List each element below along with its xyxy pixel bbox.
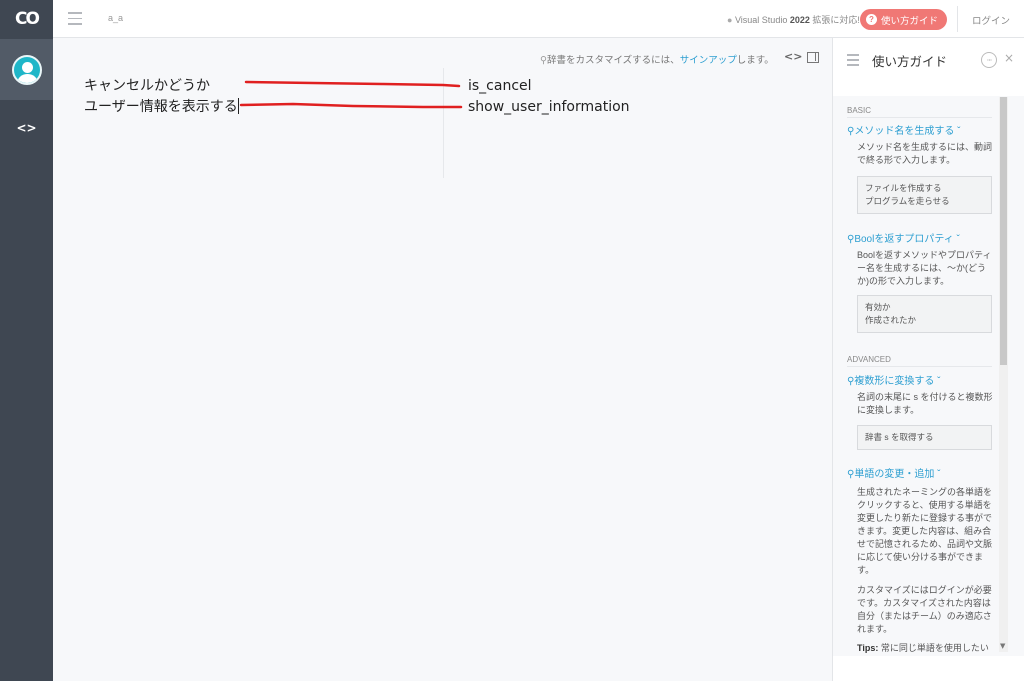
guide-menu-icon[interactable] bbox=[847, 54, 859, 69]
output-line[interactable]: show_user_information bbox=[468, 97, 630, 118]
panel-toggle-icon[interactable] bbox=[807, 52, 819, 63]
dictionary-hint: ⚲辞書をカスタマイズするには、サインアップします。 bbox=[540, 52, 774, 66]
vs-suffix: 拡張に対応! bbox=[809, 15, 860, 25]
top-header: a_a ● Visual Studio 2022 拡張に対応! ? 使い方ガイド… bbox=[53, 0, 1024, 38]
input-line-with-caret[interactable]: ユーザー情報を表示する bbox=[84, 97, 239, 118]
tips-text: Tips: 常に同じ単語を使用したい bbox=[857, 642, 994, 655]
guide-title: 使い方ガイド bbox=[872, 55, 948, 69]
avatar-body bbox=[16, 73, 38, 83]
topic-title: 複数形に変換する bbox=[854, 376, 935, 387]
topic-word-edit[interactable]: ⚲単語の変更・追加 ˇ bbox=[847, 465, 940, 480]
vs-version: 2022 bbox=[789, 15, 810, 25]
visual-studio-notice[interactable]: ● Visual Studio 2022 拡張に対応! bbox=[727, 13, 860, 26]
guide-scrollbar[interactable]: ▼ bbox=[999, 97, 1008, 652]
signup-link[interactable]: サインアップ bbox=[680, 55, 737, 66]
scroll-down-arrow-icon[interactable]: ▼ bbox=[1000, 642, 1005, 650]
chevron-down-icon: ˇ bbox=[934, 469, 941, 480]
guide-content: BASIC ⚲メソッド名を生成する ˇ メソッド名を生成するには、動詞で終る形で… bbox=[833, 96, 1024, 656]
editor-area: ⚲辞書をカスタマイズするには、サインアップします。 <> キャンセルかどうか ユ… bbox=[53, 38, 832, 681]
topic-plural[interactable]: ⚲複数形に変換する ˇ bbox=[847, 372, 940, 387]
topic-bool-property[interactable]: ⚲Boolを返すプロパティ ˇ bbox=[847, 230, 960, 245]
example-box: 有効か 作成されたか bbox=[857, 295, 992, 333]
hamburger-menu-icon[interactable] bbox=[68, 12, 82, 25]
example-line: 作成されたか bbox=[865, 315, 917, 325]
output-line[interactable]: is_cancel bbox=[468, 76, 630, 97]
topic-title: Boolを返すプロパティ bbox=[854, 234, 954, 245]
chevron-down-icon: ˇ bbox=[954, 126, 961, 137]
section-divider bbox=[847, 366, 992, 367]
example-line: ファイルを作成する bbox=[865, 183, 942, 193]
input-line[interactable]: キャンセルかどうか bbox=[84, 76, 239, 97]
tips-body: 常に同じ単語を使用したい bbox=[878, 643, 989, 653]
example-line: 有効か bbox=[865, 302, 891, 312]
vs-prefix: Visual Studio bbox=[734, 15, 790, 25]
guide-button[interactable]: ? 使い方ガイド bbox=[860, 9, 948, 30]
header-divider bbox=[957, 6, 958, 32]
left-sidebar: CO <> bbox=[0, 0, 53, 681]
guide-panel: 使い方ガイド ··· × BASIC ⚲メソッド名を生成する ˇ メソッド名を生… bbox=[832, 38, 1024, 681]
dict-hint-suffix: します。 bbox=[736, 55, 774, 66]
avatar[interactable] bbox=[11, 54, 42, 85]
app-logo[interactable]: CO bbox=[0, 0, 53, 38]
topic-description: 生成されたネーミングの各単語をクリックすると、使用する単語を変更したり新たに登録… bbox=[857, 487, 993, 575]
guide-header: 使い方ガイド ··· × bbox=[833, 38, 1024, 82]
section-label-basic: BASIC bbox=[847, 106, 872, 115]
topic-method-name[interactable]: ⚲メソッド名を生成する ˇ bbox=[847, 122, 960, 137]
dict-hint-prefix: 辞書をカスタマイズするには、 bbox=[546, 55, 680, 66]
input-line-text[interactable]: ユーザー情報を表示する bbox=[84, 99, 238, 115]
topic-description: 名詞の末尾に s を付けると複数形に変換します。 bbox=[857, 392, 993, 415]
example-line: 辞書 s を取得する bbox=[865, 432, 934, 442]
generated-names-output: is_cancel show_user_information bbox=[468, 76, 630, 118]
document-name[interactable]: a_a bbox=[108, 13, 123, 23]
topic-description: Boolを返すメソッドやプロパティー名を生成するには、〜か(どうか)の形で入力し… bbox=[857, 250, 992, 286]
scroll-thumb[interactable] bbox=[1000, 97, 1007, 365]
code-view-icon[interactable]: <> bbox=[784, 50, 802, 63]
tips-label: Tips: bbox=[857, 643, 879, 653]
annotation-line-2 bbox=[239, 102, 463, 109]
question-icon: ? bbox=[866, 14, 877, 25]
topic-description-2: カスタマイズにはログインが必要です。カスタマイズされた内容は自分（またはチーム）… bbox=[857, 585, 992, 634]
annotation-line-1 bbox=[244, 80, 461, 88]
topic-title: メソッド名を生成する bbox=[854, 126, 955, 137]
pin-icon: ⚲ bbox=[540, 55, 547, 66]
japanese-input-editor[interactable]: キャンセルかどうか ユーザー情報を表示する bbox=[84, 76, 239, 118]
more-options-icon[interactable]: ··· bbox=[981, 52, 997, 68]
user-avatar-slot[interactable] bbox=[0, 39, 53, 100]
close-icon[interactable]: × bbox=[1004, 51, 1014, 65]
guide-button-label: 使い方ガイド bbox=[881, 15, 939, 27]
text-caret bbox=[237, 98, 239, 114]
code-nav-icon[interactable]: <> bbox=[0, 117, 53, 139]
pin-icon: ● bbox=[727, 15, 733, 25]
topic-title: 単語の変更・追加 bbox=[854, 469, 935, 480]
example-box: 辞書 s を取得する bbox=[857, 425, 992, 450]
column-divider bbox=[443, 68, 444, 178]
example-box: ファイルを作成する プログラムを走らせる bbox=[857, 176, 992, 214]
section-divider bbox=[847, 117, 992, 118]
section-label-advanced: ADVANCED bbox=[847, 355, 891, 364]
chevron-down-icon: ˇ bbox=[934, 376, 941, 387]
login-link[interactable]: ログイン bbox=[972, 13, 1010, 27]
chevron-down-icon: ˇ bbox=[953, 234, 960, 245]
avatar-head bbox=[21, 61, 33, 73]
topic-description: メソッド名を生成するには、動詞で終る形で入力します。 bbox=[857, 142, 993, 165]
example-line: プログラムを走らせる bbox=[865, 196, 950, 206]
